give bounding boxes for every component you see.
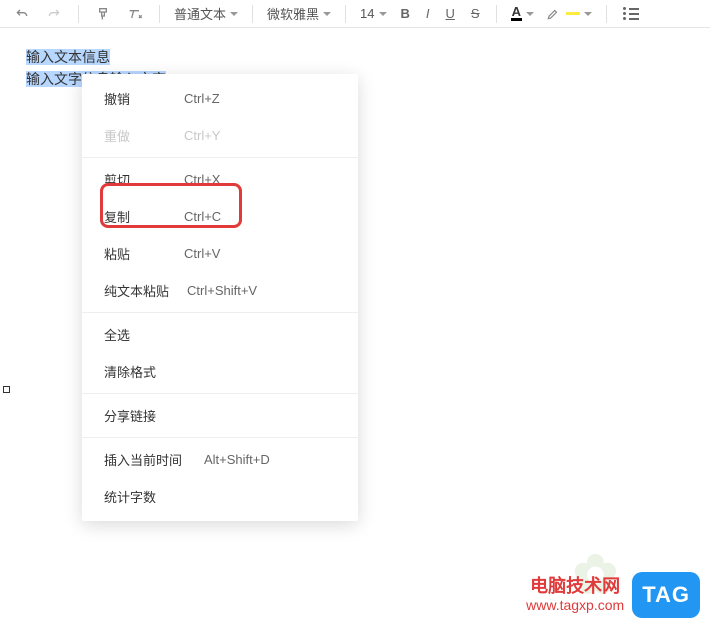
- watermark-title: 电脑技术网: [526, 576, 624, 598]
- chevron-down-icon: [584, 12, 592, 16]
- toolbar-separator: [252, 5, 253, 23]
- menu-word-count[interactable]: 统计字数: [82, 478, 358, 515]
- selection-resize-handle[interactable]: [3, 386, 10, 393]
- menu-label: 剪切: [104, 170, 166, 189]
- menu-copy[interactable]: 复制 Ctrl+C: [82, 198, 358, 235]
- toolbar-separator: [496, 5, 497, 23]
- chevron-down-icon: [323, 12, 331, 16]
- italic-button[interactable]: I: [420, 4, 436, 23]
- menu-label: 清除格式: [104, 362, 166, 381]
- bullet-list-button[interactable]: [617, 5, 645, 22]
- font-color-icon: A: [511, 6, 522, 21]
- paragraph-style-select[interactable]: 普通文本: [170, 2, 242, 25]
- toolbar-separator: [78, 5, 79, 23]
- menu-shortcut: Ctrl+C: [184, 209, 221, 224]
- toolbar-separator: [159, 5, 160, 23]
- menu-shortcut: Ctrl+Shift+V: [187, 283, 257, 298]
- format-painter-button[interactable]: [89, 4, 117, 24]
- menu-separator: [82, 312, 358, 313]
- highlighter-icon: [546, 7, 560, 21]
- watermark: 电脑技术网 www.tagxp.com TAG: [526, 572, 700, 618]
- watermark-text: 电脑技术网 www.tagxp.com: [526, 576, 624, 614]
- menu-label: 全选: [104, 325, 166, 344]
- menu-insert-time[interactable]: 插入当前时间 Alt+Shift+D: [82, 441, 358, 478]
- chevron-down-icon: [379, 12, 387, 16]
- menu-label: 粘贴: [104, 244, 166, 263]
- selected-text-line1: 输入文本信息: [26, 49, 110, 65]
- toolbar-separator: [606, 5, 607, 23]
- menu-shortcut: Ctrl+Z: [184, 91, 220, 106]
- redo-button[interactable]: [40, 4, 68, 24]
- tag-badge: TAG: [632, 572, 700, 618]
- font-family-label: 微软雅黑: [267, 4, 319, 23]
- menu-label: 纯文本粘贴: [104, 281, 169, 300]
- font-size-select[interactable]: 14: [356, 4, 390, 23]
- bold-button[interactable]: B: [395, 4, 416, 23]
- list-icon: [623, 7, 639, 20]
- underline-button[interactable]: U: [440, 4, 461, 23]
- menu-separator: [82, 393, 358, 394]
- menu-redo: 重做 Ctrl+Y: [82, 117, 358, 154]
- toolbar-separator: [345, 5, 346, 23]
- font-size-label: 14: [360, 6, 374, 21]
- clear-format-button[interactable]: [121, 4, 149, 24]
- menu-label: 分享链接: [104, 406, 166, 425]
- menu-label: 插入当前时间: [104, 450, 186, 469]
- highlight-color-button[interactable]: [542, 5, 596, 23]
- menu-separator: [82, 437, 358, 438]
- menu-shortcut: Ctrl+Y: [184, 128, 220, 143]
- strikethrough-button[interactable]: S: [465, 4, 486, 23]
- menu-select-all[interactable]: 全选: [82, 316, 358, 353]
- menu-shortcut: Alt+Shift+D: [204, 452, 270, 467]
- menu-separator: [82, 157, 358, 158]
- menu-clear-format[interactable]: 清除格式: [82, 353, 358, 390]
- menu-shortcut: Ctrl+X: [184, 172, 220, 187]
- menu-paste[interactable]: 粘贴 Ctrl+V: [82, 235, 358, 272]
- context-menu: 撤销 Ctrl+Z 重做 Ctrl+Y 剪切 Ctrl+X 复制 Ctrl+C …: [82, 74, 358, 521]
- watermark-url: www.tagxp.com: [526, 597, 624, 614]
- menu-undo[interactable]: 撤销 Ctrl+Z: [82, 80, 358, 117]
- undo-button[interactable]: [8, 4, 36, 24]
- menu-cut[interactable]: 剪切 Ctrl+X: [82, 161, 358, 198]
- menu-label: 重做: [104, 126, 166, 145]
- chevron-down-icon: [230, 12, 238, 16]
- menu-paste-plain[interactable]: 纯文本粘贴 Ctrl+Shift+V: [82, 272, 358, 309]
- menu-shortcut: Ctrl+V: [184, 246, 220, 261]
- toolbar: 普通文本 微软雅黑 14 B I U S A: [0, 0, 710, 28]
- menu-label: 复制: [104, 207, 166, 226]
- menu-label: 统计字数: [104, 487, 166, 506]
- highlight-swatch: [566, 12, 580, 15]
- font-family-select[interactable]: 微软雅黑: [263, 2, 335, 25]
- chevron-down-icon: [526, 12, 534, 16]
- menu-label: 撤销: [104, 89, 166, 108]
- paragraph-style-label: 普通文本: [174, 4, 226, 23]
- font-color-button[interactable]: A: [507, 4, 538, 23]
- menu-share-link[interactable]: 分享链接: [82, 397, 358, 434]
